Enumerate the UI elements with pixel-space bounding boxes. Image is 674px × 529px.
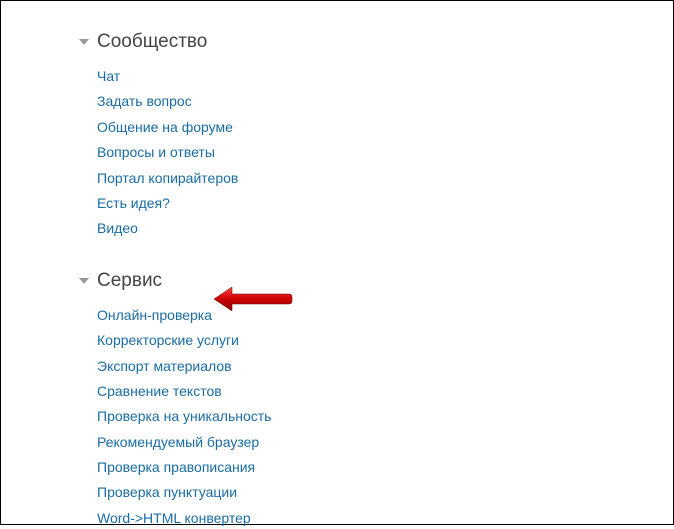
collapse-icon	[79, 278, 89, 284]
link-forum[interactable]: Общение на форуме	[97, 116, 673, 138]
link-compare-texts[interactable]: Сравнение текстов	[97, 380, 673, 402]
section-community: Сообщество Чат Задать вопрос Общение на …	[1, 31, 673, 240]
link-video[interactable]: Видео	[97, 217, 673, 239]
section-title: Сервис	[97, 270, 162, 292]
link-spellcheck[interactable]: Проверка правописания	[97, 456, 673, 478]
section-header-service[interactable]: Сервис	[1, 270, 673, 292]
link-corrector-services[interactable]: Корректорские услуги	[97, 329, 673, 351]
link-word-html-converter[interactable]: Word->HTML конвертер	[97, 507, 673, 529]
links-service: Онлайн-проверка Корректорские услуги Экс…	[1, 304, 673, 529]
section-service: Сервис Онлайн-проверка Корректорские усл…	[1, 270, 673, 529]
section-title: Сообщество	[97, 31, 207, 53]
link-idea[interactable]: Есть идея?	[97, 192, 673, 214]
link-qa[interactable]: Вопросы и ответы	[97, 141, 673, 163]
link-punctuation-check[interactable]: Проверка пунктуации	[97, 481, 673, 503]
link-uniqueness-check[interactable]: Проверка на уникальность	[97, 405, 673, 427]
link-chat[interactable]: Чат	[97, 65, 673, 87]
links-community: Чат Задать вопрос Общение на форуме Вопр…	[1, 65, 673, 240]
section-header-community[interactable]: Сообщество	[1, 31, 673, 53]
link-copywriters-portal[interactable]: Портал копирайтеров	[97, 167, 673, 189]
collapse-icon	[79, 39, 89, 45]
link-ask-question[interactable]: Задать вопрос	[97, 90, 673, 112]
link-export-materials[interactable]: Экспорт материалов	[97, 355, 673, 377]
link-online-check[interactable]: Онлайн-проверка	[97, 304, 673, 326]
link-recommended-browser[interactable]: Рекомендуемый браузер	[97, 431, 673, 453]
